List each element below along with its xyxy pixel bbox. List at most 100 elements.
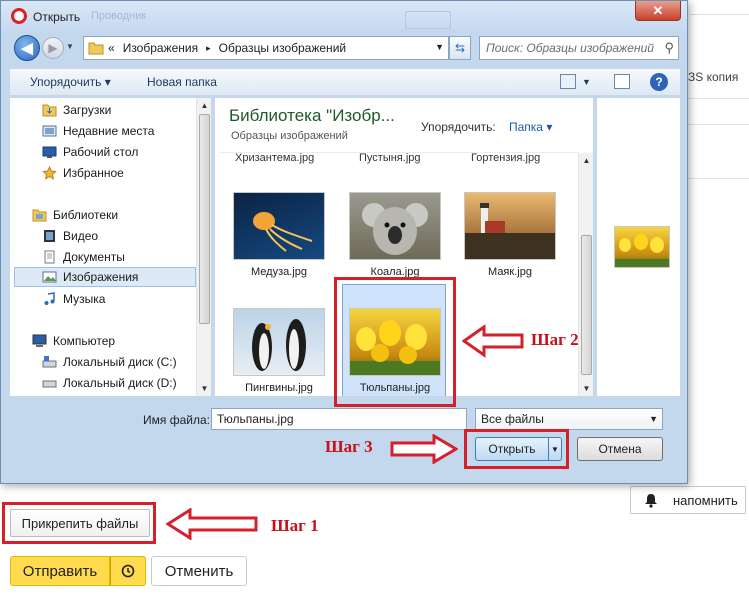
koala-image [362,203,428,255]
sidebar-item-pictures[interactable]: Изображения [14,267,196,287]
breadcrumb-item-pictures[interactable]: Изображения [119,41,202,55]
sidebar-item-music[interactable]: Музыка [42,289,211,309]
sidebar-item-computer[interactable]: Компьютер [32,331,211,351]
sidebar-item-video[interactable]: Видео [42,226,211,246]
preview-pane-icon[interactable] [614,74,630,89]
breadcrumb-prefix[interactable]: « [104,41,119,55]
change-view-icon[interactable] [560,74,576,89]
sidebar-item-label: Библиотеки [53,208,119,222]
navigation-scroll-thumb[interactable] [199,114,210,324]
sidebar-item-desktop[interactable]: Рабочий стол [42,142,211,162]
new-folder-button[interactable]: Новая папка [147,75,217,89]
cancel-send-label: Отменить [164,562,234,580]
filename-input[interactable]: Тюльпаны.jpg [211,408,467,430]
file-label-lighthouse[interactable]: Маяк.jpg [455,266,565,278]
file-label-penguins[interactable]: Пингвины.jpg [224,382,334,394]
background-window-title: Проводник [91,10,147,22]
sidebar-item-label: Документы [63,250,125,264]
step2-label: Шаг 2 [531,330,579,349]
sidebar-item-disk-c[interactable]: Локальный диск (C:) [42,352,211,372]
bell-icon [645,494,657,508]
delayed-send-button[interactable] [110,556,146,586]
address-bar[interactable]: « Изображения ▸ Образцы изображений ▼ [83,36,449,60]
file-thumbnail-lighthouse[interactable] [464,192,556,260]
library-subtitle: Образцы изображений [231,130,348,142]
lighthouse-image [465,203,555,259]
folder-icon [88,42,104,55]
cancel-send-button[interactable]: Отменить [151,556,247,586]
navigation-bar: ◀ ▶ ▼ « Изображения ▸ Образцы изображени… [9,33,681,63]
preview-pane [596,97,681,397]
scroll-down-icon[interactable]: ▼ [197,381,211,396]
organize-menu-button[interactable]: Упорядочить ▾ [30,75,111,89]
navigation-scrollbar[interactable]: ▲ ▼ [196,98,211,396]
command-toolbar: Упорядочить ▾ Новая папка ▼ ? [9,68,681,96]
step1-arrow-icon [166,508,258,540]
dialog-titlebar[interactable]: Открыть Проводник ✕ [1,1,687,31]
step3-arrow-icon [390,434,458,464]
search-icon: ⚲ [664,40,674,55]
libraries-icon [32,209,47,222]
filename-label: Имя файла: [143,413,210,427]
refresh-button[interactable]: ⇆ [449,36,471,60]
dialog-cancel-label: Отмена [598,442,642,456]
disk-c-icon [42,356,57,368]
back-button[interactable]: ◀ [14,35,40,61]
sidebar-item-disk-d[interactable]: Локальный диск (D:) [42,373,211,393]
help-icon[interactable]: ? [650,73,668,91]
remind-button[interactable]: напомнить [630,486,746,514]
file-label-chrysanthemum[interactable]: Хризантема.jpg [235,152,314,164]
scroll-up-icon[interactable]: ▲ [197,98,211,113]
sidebar-item-label: Изображения [63,270,139,284]
penguins-image [252,319,306,371]
sidebar-item-favorites[interactable]: Избранное [42,163,211,183]
arrange-by-label: Упорядочить: [421,120,496,134]
close-dialog-button[interactable]: ✕ [635,1,681,21]
search-input[interactable]: Поиск: Образцы изображений ⚲ [479,36,679,60]
opera-icon [11,8,27,24]
clock-icon [121,564,135,578]
close-icon: ✕ [652,2,664,18]
forward-button[interactable]: ▶ [42,37,64,59]
sidebar-item-recent-places[interactable]: Недавние места [42,121,211,141]
sidebar-item-label: Локальный диск (D:) [63,376,177,390]
chevron-down-icon: ▼ [649,414,658,424]
filetype-value: Все файлы [481,412,544,426]
file-list-scroll-thumb[interactable] [581,235,592,375]
sidebar-item-label: Музыка [63,292,106,306]
file-thumbnail-penguins[interactable] [233,308,325,376]
open-file-dialog: Открыть Проводник ✕ ◀ ▶ ▼ « Изображения … [0,0,688,484]
background-divider [688,178,749,179]
breadcrumb-separator[interactable]: ▸ [202,43,215,54]
breadcrumb-item-sample-pictures[interactable]: Образцы изображений [215,41,350,55]
scroll-down-icon[interactable]: ▼ [579,381,593,396]
sidebar-item-label: Загрузки [63,103,112,117]
recent-pages-dropdown[interactable]: ▼ [66,42,74,51]
file-label-hydrangeas[interactable]: Гортензия.jpg [471,152,540,164]
scroll-up-icon[interactable]: ▲ [579,153,593,168]
step2-highlight-box [334,277,456,407]
file-label-jellyfish[interactable]: Медуза.jpg [224,266,334,278]
recent-places-icon [42,125,57,137]
view-dropdown-icon[interactable]: ▼ [582,77,591,87]
downloads-icon [42,104,57,117]
dialog-cancel-button[interactable]: Отмена [577,437,663,461]
step3-highlight-box [464,429,569,469]
favorites-star-icon [42,166,57,180]
sidebar-item-downloads[interactable]: Загрузки [42,100,211,120]
sidebar-item-libraries[interactable]: Библиотеки [32,205,211,225]
file-thumbnail-koala[interactable] [349,192,441,260]
background-window-button [405,11,451,29]
navigation-pane: Загрузки Недавние места Рабочий стол Изб… [9,97,212,397]
arrange-by-dropdown[interactable]: Папка ▾ [509,120,552,134]
file-label-desert[interactable]: Пустыня.jpg [359,152,421,164]
sidebar-item-documents[interactable]: Документы [42,247,211,267]
send-button[interactable]: Отправить [10,556,110,586]
search-placeholder: Поиск: Образцы изображений [486,41,654,55]
background-tab-strip [690,14,749,15]
address-dropdown-icon[interactable]: ▼ [435,42,444,52]
forward-arrow-icon: ▶ [48,41,58,55]
filetype-select[interactable]: Все файлы ▼ [475,408,663,430]
file-thumbnail-jellyfish[interactable] [233,192,325,260]
file-list-scrollbar[interactable]: ▲ ▼ [578,153,593,396]
